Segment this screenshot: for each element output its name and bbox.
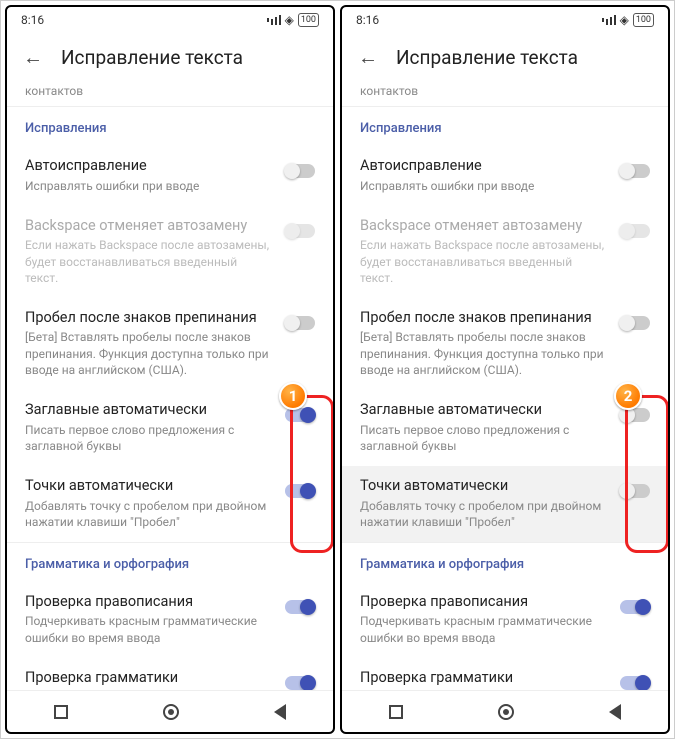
back-icon[interactable]: ← bbox=[358, 45, 378, 70]
switch-space-after-punct[interactable] bbox=[285, 316, 315, 330]
nav-bar bbox=[7, 690, 333, 732]
row-autocap[interactable]: Заглавные автоматически Писать первое сл… bbox=[342, 390, 668, 466]
app-bar: ← Исправление текста bbox=[342, 33, 668, 84]
row-title: Backspace отменяет автозамену bbox=[360, 216, 606, 236]
row-title: Пробел после знаков препинания bbox=[360, 308, 606, 328]
row-sub: Добавлять точку с пробелом при двойном н… bbox=[360, 498, 606, 530]
row-autocorrect[interactable]: Автоисправление Исправлять ошибки при вв… bbox=[7, 146, 333, 206]
switch-backspace-undo bbox=[620, 224, 650, 238]
app-bar: ← Исправление текста bbox=[7, 33, 333, 84]
wifi-icon: ◈ bbox=[620, 13, 629, 27]
section-grammar: Грамматика и орфография bbox=[342, 543, 668, 582]
section-corrections: Исправления bbox=[7, 107, 333, 146]
row-title: Заглавные автоматически bbox=[25, 400, 271, 420]
row-backspace-undo: Backspace отменяет автозамену Если нажат… bbox=[342, 206, 668, 298]
clock: 8:16 bbox=[21, 13, 44, 27]
row-spellcheck[interactable]: Проверка правописания Подчеркивать красн… bbox=[7, 582, 333, 658]
switch-autoperiod[interactable] bbox=[620, 484, 650, 498]
row-autocorrect[interactable]: Автоисправление Исправлять ошибки при вв… bbox=[342, 146, 668, 206]
row-space-after-punct[interactable]: Пробел после знаков препинания [Бета] Вс… bbox=[342, 298, 668, 390]
nav-back-icon[interactable] bbox=[274, 704, 286, 720]
row-title: Пробел после знаков препинания bbox=[25, 308, 271, 328]
row-title: Проверка правописания bbox=[360, 592, 606, 612]
row-autoperiod[interactable]: Точки автоматически Добавлять точку с пр… bbox=[342, 466, 668, 542]
truncated-text: контактов bbox=[7, 84, 333, 106]
switch-autocorrect[interactable] bbox=[620, 164, 650, 178]
wifi-icon: ◈ bbox=[285, 13, 294, 27]
row-grammarcheck[interactable]: Проверка грамматики Подчеркивать синим г… bbox=[7, 658, 333, 690]
page-title: Исправление текста bbox=[396, 46, 578, 69]
row-sub: Исправлять ошибки при вводе bbox=[360, 178, 606, 194]
row-title: Проверка правописания bbox=[25, 592, 271, 612]
battery-icon: 100 bbox=[298, 13, 319, 27]
row-sub: Исправлять ошибки при вводе bbox=[25, 178, 271, 194]
switch-autoperiod[interactable] bbox=[285, 484, 315, 498]
row-sub: Подчеркивать красным грамматические ошиб… bbox=[25, 613, 271, 645]
switch-space-after-punct[interactable] bbox=[620, 316, 650, 330]
row-title: Проверка грамматики bbox=[25, 668, 271, 688]
nav-recent-icon[interactable] bbox=[54, 705, 68, 719]
row-title: Заглавные автоматически bbox=[360, 400, 606, 420]
row-autoperiod[interactable]: Точки автоматически Добавлять точку с пр… bbox=[7, 466, 333, 542]
row-sub: [Бета] Вставлять пробелы после знаков пр… bbox=[25, 329, 271, 378]
nav-home-icon[interactable] bbox=[498, 704, 514, 720]
row-title: Автоисправление bbox=[25, 156, 271, 176]
nav-back-icon[interactable] bbox=[609, 704, 621, 720]
phone-right: 8:16 ◈ 100 ← Исправление текста контакто… bbox=[340, 5, 670, 734]
row-sub: Если нажать Backspace после автозамены, … bbox=[360, 237, 606, 286]
row-sub: Если нажать Backspace после автозамены, … bbox=[25, 237, 271, 286]
status-bar: 8:16 ◈ 100 bbox=[7, 7, 333, 33]
section-corrections: Исправления bbox=[342, 107, 668, 146]
row-autocap[interactable]: Заглавные автоматически Писать первое сл… bbox=[7, 390, 333, 466]
switch-autocap[interactable] bbox=[620, 408, 650, 422]
row-spellcheck[interactable]: Проверка правописания Подчеркивать красн… bbox=[342, 582, 668, 658]
row-sub: Писать первое слово предложения с заглав… bbox=[25, 422, 271, 454]
phone-left: 8:16 ◈ 100 ← Исправление текста контакто… bbox=[5, 5, 335, 734]
row-sub: Подчеркивать красным грамматические ошиб… bbox=[360, 613, 606, 645]
clock: 8:16 bbox=[356, 13, 379, 27]
section-grammar: Грамматика и орфография bbox=[7, 543, 333, 582]
row-grammarcheck[interactable]: Проверка грамматики Подчеркивать синим г… bbox=[342, 658, 668, 690]
back-icon[interactable]: ← bbox=[23, 45, 43, 70]
switch-spellcheck[interactable] bbox=[620, 600, 650, 614]
switch-spellcheck[interactable] bbox=[285, 600, 315, 614]
switch-autocap[interactable] bbox=[285, 408, 315, 422]
row-title: Точки автоматически bbox=[360, 476, 606, 496]
page-title: Исправление текста bbox=[61, 46, 243, 69]
switch-grammarcheck[interactable] bbox=[620, 676, 650, 690]
nav-bar bbox=[342, 690, 668, 732]
switch-autocorrect[interactable] bbox=[285, 164, 315, 178]
nav-recent-icon[interactable] bbox=[389, 705, 403, 719]
switch-backspace-undo bbox=[285, 224, 315, 238]
row-sub: Писать первое слово предложения с заглав… bbox=[360, 422, 606, 454]
truncated-text: контактов bbox=[342, 84, 668, 106]
row-title: Проверка грамматики bbox=[360, 668, 606, 688]
row-backspace-undo: Backspace отменяет автозамену Если нажат… bbox=[7, 206, 333, 298]
row-sub: Добавлять точку с пробелом при двойном н… bbox=[25, 498, 271, 530]
row-title: Backspace отменяет автозамену bbox=[25, 216, 271, 236]
signal-icon bbox=[267, 15, 281, 25]
row-title: Точки автоматически bbox=[25, 476, 271, 496]
status-bar: 8:16 ◈ 100 bbox=[342, 7, 668, 33]
nav-home-icon[interactable] bbox=[163, 704, 179, 720]
row-space-after-punct[interactable]: Пробел после знаков препинания [Бета] Вс… bbox=[7, 298, 333, 390]
signal-icon bbox=[602, 15, 616, 25]
row-title: Автоисправление bbox=[360, 156, 606, 176]
switch-grammarcheck[interactable] bbox=[285, 676, 315, 690]
row-sub: [Бета] Вставлять пробелы после знаков пр… bbox=[360, 329, 606, 378]
battery-icon: 100 bbox=[633, 13, 654, 27]
row-sub: Подчеркивать синим грамматические ошибки… bbox=[25, 689, 271, 690]
row-sub: Подчеркивать синим грамматические ошибки… bbox=[360, 689, 606, 690]
